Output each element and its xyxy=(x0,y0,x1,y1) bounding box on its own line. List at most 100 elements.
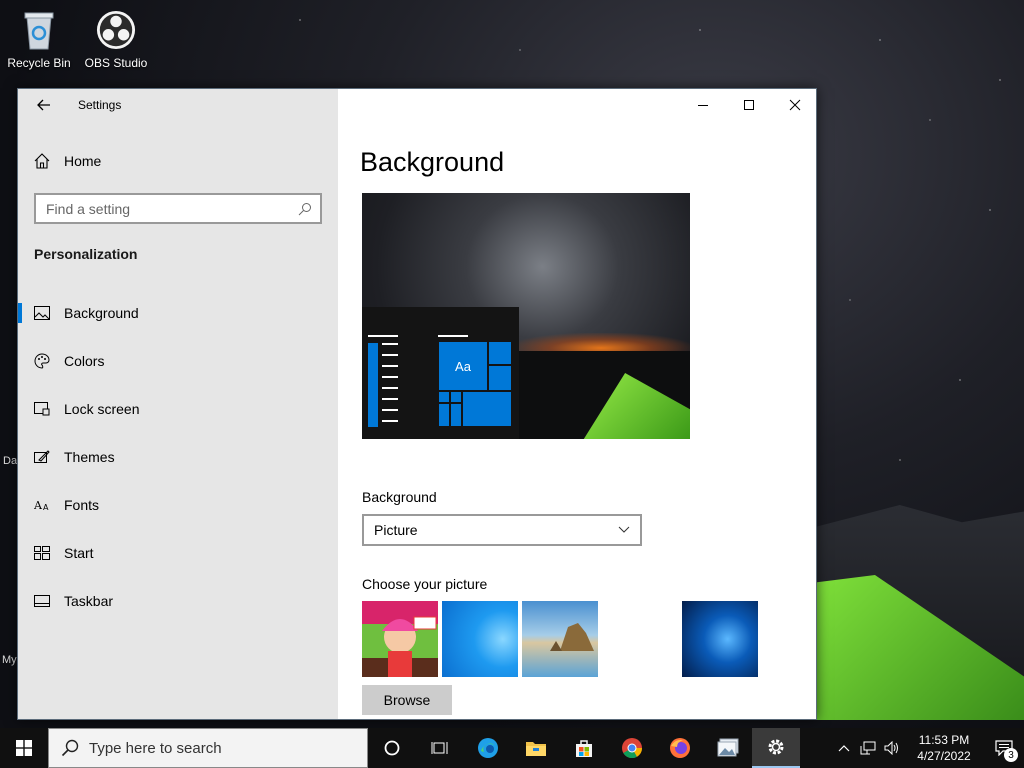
chrome-button[interactable] xyxy=(608,728,656,768)
back-arrow-icon xyxy=(37,99,50,111)
sidebar-item-label: Start xyxy=(64,545,94,561)
file-explorer-icon xyxy=(526,742,546,756)
home-icon xyxy=(34,153,50,169)
picture-thumb-windows-dark[interactable] xyxy=(682,601,758,677)
scrollbar[interactable] xyxy=(816,201,817,469)
settings-icon xyxy=(768,739,784,755)
desktop-icon-recycle-bin[interactable]: Recycle Bin xyxy=(3,8,75,70)
preview-line xyxy=(438,335,468,337)
background-type-dropdown[interactable]: Picture xyxy=(362,514,642,546)
close-button[interactable] xyxy=(772,89,816,121)
sidebar-item-fonts[interactable]: A A Fonts xyxy=(18,481,338,529)
sidebar: Settings Home Find a setting Personaliza… xyxy=(18,89,338,719)
start-button[interactable] xyxy=(0,728,48,768)
desktop-icon-obs-studio[interactable]: OBS Studio xyxy=(80,8,152,70)
preview-icon-strip xyxy=(368,343,378,427)
chevron-up-icon xyxy=(838,745,850,752)
clock-time: 11:53 PM xyxy=(918,733,970,747)
themes-icon xyxy=(34,450,50,463)
photos-button[interactable] xyxy=(704,728,752,768)
choose-picture-label: Choose your picture xyxy=(362,576,488,592)
picture-thumb-cartoon[interactable] xyxy=(362,601,438,677)
cortana-button[interactable] xyxy=(368,728,416,768)
edge-button[interactable] xyxy=(464,728,512,768)
desktop-icon-label: Recycle Bin xyxy=(7,56,71,70)
task-view-button[interactable] xyxy=(416,728,464,768)
sidebar-item-taskbar[interactable]: Taskbar xyxy=(18,577,338,625)
firefox-icon xyxy=(670,738,690,758)
taskbar-icon xyxy=(34,595,50,607)
maximize-icon xyxy=(744,100,754,110)
preview-tile xyxy=(438,391,450,403)
sidebar-item-background[interactable]: Background xyxy=(18,289,338,337)
preview-tiles: Aa xyxy=(438,341,512,427)
network-icon xyxy=(860,741,876,755)
preview-tile xyxy=(450,391,462,403)
desktop-icon-label-fragment: My xyxy=(2,654,17,666)
picture-thumb-windows-light[interactable] xyxy=(442,601,518,677)
find-setting-input[interactable]: Find a setting xyxy=(34,193,322,224)
picture-thumb-beach[interactable] xyxy=(522,601,598,677)
background-preview: Aa xyxy=(362,193,690,439)
file-explorer-button[interactable] xyxy=(512,728,560,768)
back-button[interactable] xyxy=(34,95,54,115)
settings-window: Settings Home Find a setting Personaliza… xyxy=(17,88,817,720)
settings-taskbar-button[interactable] xyxy=(752,728,800,768)
recycle-bin-icon xyxy=(19,8,59,52)
system-tray: 11:53 PM 4/27/2022 3 xyxy=(832,728,1024,768)
search-icon xyxy=(298,202,311,215)
cortana-icon xyxy=(384,740,400,756)
chrome-icon xyxy=(622,738,643,759)
edge-icon xyxy=(478,738,498,758)
palette-icon xyxy=(34,353,50,369)
home-label: Home xyxy=(64,153,102,169)
network-button[interactable] xyxy=(856,728,880,768)
section-title: Personalization xyxy=(34,246,138,262)
windows-logo-icon xyxy=(16,740,32,756)
clock[interactable]: 11:53 PM 4/27/2022 xyxy=(904,732,984,764)
beach-rocks-picture xyxy=(550,623,594,651)
sidebar-item-label: Taskbar xyxy=(64,593,114,609)
picture-thumb-empty[interactable] xyxy=(602,601,678,677)
preview-tile xyxy=(450,403,462,427)
taskbar-search-placeholder: Type here to search xyxy=(89,739,222,757)
preview-menu-lines xyxy=(382,343,398,431)
volume-button[interactable] xyxy=(880,728,904,768)
close-icon xyxy=(789,99,801,111)
desktop-icon-label-fragment: Da xyxy=(3,455,18,467)
sidebar-item-colors[interactable]: Colors xyxy=(18,337,338,385)
show-hidden-icons-button[interactable] xyxy=(832,728,856,768)
lock-screen-icon xyxy=(34,402,50,416)
preview-tile xyxy=(488,341,512,365)
background-type-label: Background xyxy=(362,489,437,505)
titlebar: Settings xyxy=(18,89,338,121)
preview-tile xyxy=(438,403,450,427)
desktop-icon-label: OBS Studio xyxy=(84,56,148,70)
taskbar: Type here to search 11:53 PM 4/27/2022 3 xyxy=(0,728,1024,768)
chevron-down-icon xyxy=(618,526,630,533)
sidebar-item-lock-screen[interactable]: Lock screen xyxy=(18,385,338,433)
obs-studio-icon xyxy=(96,8,136,52)
fonts-icon: A A xyxy=(34,499,49,512)
dropdown-value: Picture xyxy=(374,522,418,538)
sidebar-item-start[interactable]: Start xyxy=(18,529,338,577)
sidebar-home[interactable]: Home xyxy=(34,149,101,173)
maximize-button[interactable] xyxy=(726,89,772,121)
minimize-button[interactable] xyxy=(680,89,726,121)
browse-button[interactable]: Browse xyxy=(362,685,452,715)
task-view-icon xyxy=(431,742,448,754)
page-title: Background xyxy=(360,147,505,177)
store-button[interactable] xyxy=(560,728,608,768)
taskbar-search-input[interactable]: Type here to search xyxy=(48,728,368,768)
photos-icon xyxy=(717,738,739,757)
firefox-button[interactable] xyxy=(656,728,704,768)
action-center-button[interactable]: 3 xyxy=(984,728,1024,768)
sidebar-nav: Background Colors Lock screen Themes A A… xyxy=(18,289,338,625)
preview-tile-aa: Aa xyxy=(438,341,488,391)
sidebar-item-themes[interactable]: Themes xyxy=(18,433,338,481)
preview-line xyxy=(368,335,398,337)
cartoon-picture xyxy=(382,616,437,677)
picture-icon xyxy=(34,306,50,320)
search-icon xyxy=(61,739,79,757)
svg-text:A: A xyxy=(34,499,43,512)
